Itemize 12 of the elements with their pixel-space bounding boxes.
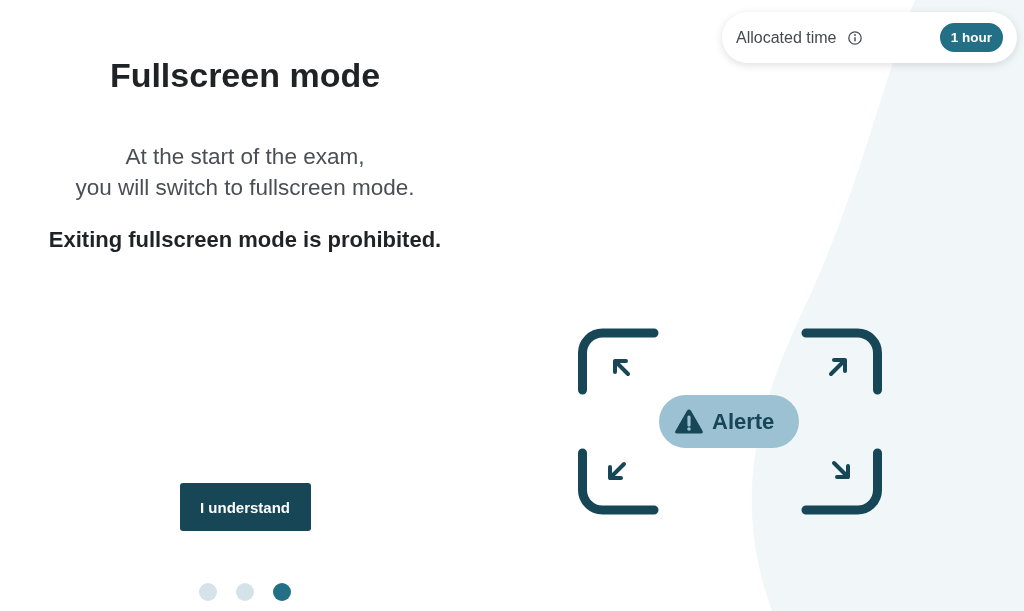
time-badge: 1 hour [939,23,1003,52]
step-dot[interactable] [199,583,217,601]
understand-button[interactable]: I understand [179,483,311,531]
step-dot[interactable] [273,583,291,601]
warning-icon [674,408,704,435]
warning-text: Exiting fullscreen mode is prohibited. [48,226,442,254]
alert-label: Alerte [712,408,775,435]
step-dot[interactable] [236,583,254,601]
info-icon[interactable] [847,30,862,45]
page-title: Fullscreen mode [109,55,381,95]
description-text: At the start of the exam, you will switch to fullscreen mode. [75,143,415,202]
allocated-time-label: Allocated time [736,28,837,47]
